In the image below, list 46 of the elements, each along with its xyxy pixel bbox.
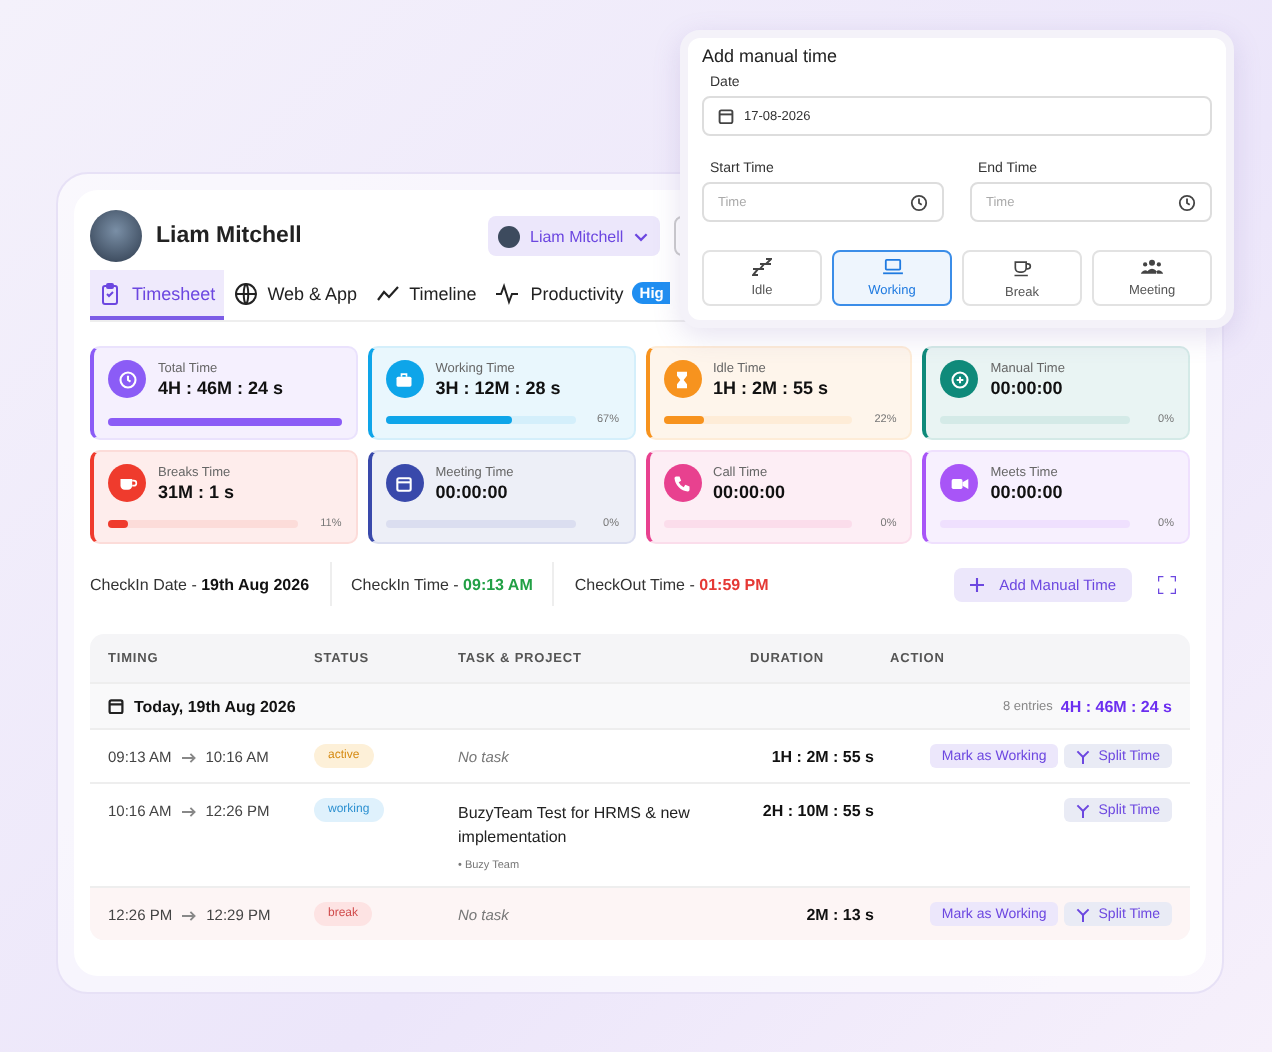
user-name: Liam Mitchell [156, 224, 304, 248]
duration-cell-text: 2H : 10M : 55 s [760, 802, 874, 820]
tab[interactable]: Timeline [367, 270, 485, 320]
calendar-icon [108, 698, 124, 714]
split-icon [1076, 803, 1091, 817]
stat-value: 3H : 12M : 28 s [435, 377, 561, 397]
line-chart-icon [375, 281, 400, 305]
plus-icon [969, 577, 984, 591]
duration-cell-text: 1H : 2M : 55 s [769, 748, 874, 766]
tab[interactable]: Web & App [225, 270, 366, 320]
arrow-right-icon [182, 909, 197, 921]
split-icon [1076, 749, 1091, 763]
stat-value: 00:00:00 [990, 377, 1065, 397]
pulse-icon [494, 281, 521, 305]
cup-icon [1012, 257, 1032, 277]
avatar [90, 210, 142, 262]
globe-icon [233, 281, 258, 305]
task-title: BuzyTeam Test for HRMS & new implementation [458, 802, 692, 850]
zzz-icon [752, 258, 772, 276]
checkin-info: CheckIn Time - 09:13 AM [351, 575, 533, 593]
calendar-icon [718, 108, 734, 124]
checkin-info: CheckIn Date - 19th Aug 2026 [90, 575, 310, 593]
duration-cell-text: 2M : 13 s [804, 906, 874, 924]
clock-icon [910, 193, 928, 211]
clock-icon [1178, 193, 1196, 211]
tab[interactable]: Timesheet [90, 270, 224, 320]
stat-value: 31M : 1 s [158, 481, 235, 501]
stat-value: 00:00:00 [713, 481, 786, 501]
chevron-down-icon [634, 231, 648, 241]
date-group-title: Today, 19th Aug 2026 [134, 697, 298, 715]
people-icon [1140, 258, 1164, 276]
arrow-right-icon [181, 805, 196, 817]
arrow-right-icon [181, 751, 196, 763]
checkin-info: CheckOut Time - 01:59 PM [574, 575, 769, 593]
split-icon [1076, 907, 1091, 921]
avatar [498, 225, 520, 247]
laptop-icon [881, 258, 903, 276]
clipboard-icon [98, 281, 122, 305]
user-select[interactable]: Liam Mitchell [488, 216, 660, 256]
stat-value: 00:00:00 [435, 481, 510, 501]
total-duration: 4H : 46M : 24 s [1060, 697, 1172, 715]
dialog-title: Add manual time [702, 46, 840, 66]
stat-value: 1H : 2M : 55 s [713, 377, 829, 397]
stat-value: 00:00:00 [990, 481, 1063, 501]
fullscreen-icon[interactable] [1158, 575, 1176, 593]
stat-value: 4H : 46M : 24 s [158, 377, 284, 397]
